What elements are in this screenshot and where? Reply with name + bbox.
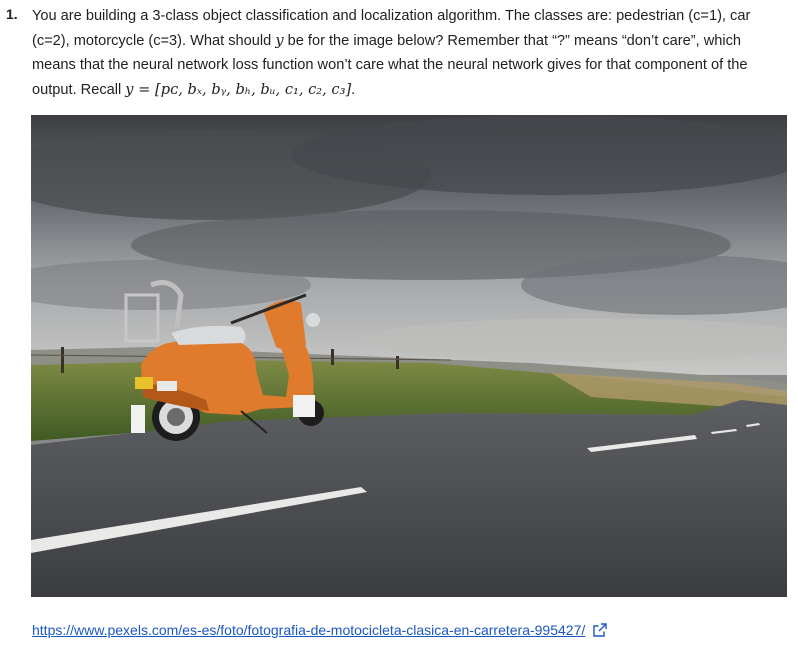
external-link-icon[interactable] <box>593 623 607 637</box>
question-number: 1. <box>6 6 18 22</box>
y-variable: y <box>275 31 284 49</box>
question-text: You are building a 3-class object classi… <box>32 4 784 102</box>
recall-end: . <box>351 81 356 98</box>
recall-expression: y = [pᴄ, bₓ, bᵧ, bₕ, bᵤ, c₁, c₂, c₃] <box>125 80 352 98</box>
source-link-row: https://www.pexels.com/es-es/foto/fotogr… <box>32 622 607 638</box>
motorcycle-photo <box>31 115 787 597</box>
source-link[interactable]: https://www.pexels.com/es-es/foto/fotogr… <box>32 622 585 638</box>
